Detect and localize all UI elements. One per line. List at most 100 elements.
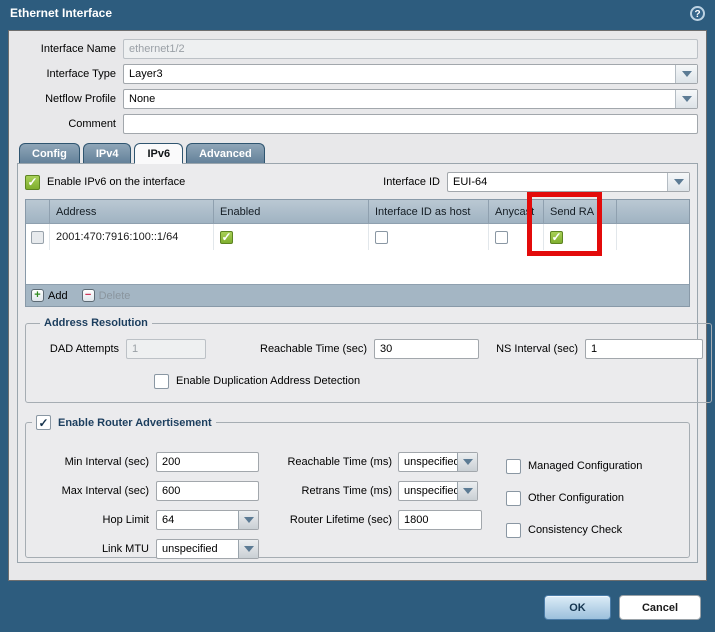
reachable-time-sec-field[interactable]: [374, 339, 479, 359]
interface-type-dropdown[interactable]: Layer3: [123, 64, 698, 84]
enable-ipv6-label: Enable IPv6 on the interface: [47, 176, 185, 188]
interface-type-label: Interface Type: [17, 68, 123, 80]
minus-icon: −: [82, 289, 95, 302]
col-interface-id-as-host[interactable]: Interface ID as host: [369, 200, 489, 223]
interface-type-row: Interface Type Layer3: [17, 64, 698, 84]
reachable-time-ms-label: Reachable Time (ms): [279, 456, 398, 468]
netflow-profile-label: Netflow Profile: [17, 93, 123, 105]
col-enabled[interactable]: Enabled: [214, 200, 369, 223]
col-anycast[interactable]: Anycast: [489, 200, 544, 223]
chevron-down-icon[interactable]: [457, 482, 477, 500]
table-toolbar: + Add − Delete: [26, 284, 689, 306]
tab-bar: Config IPv4 IPv6 Advanced: [19, 143, 698, 163]
tab-ipv4[interactable]: IPv4: [83, 143, 132, 163]
max-interval-field[interactable]: [156, 481, 259, 501]
other-configuration-checkbox[interactable]: [506, 491, 521, 506]
address-resolution-legend: Address Resolution: [40, 317, 152, 329]
ns-interval-field[interactable]: [585, 339, 703, 359]
retrans-time-ms-dropdown[interactable]: unspecified: [398, 481, 478, 501]
comment-label: Comment: [17, 118, 123, 130]
interface-id-dropdown[interactable]: EUI-64: [447, 172, 690, 192]
dialog-title: Ethernet Interface: [10, 6, 112, 20]
ethernet-interface-dialog: Ethernet Interface ? Interface Name Inte…: [0, 0, 715, 632]
link-mtu-label: Link MTU: [32, 543, 156, 555]
hop-limit-dropdown[interactable]: 64: [156, 510, 259, 530]
ipv6-address-table: Address Enabled Interface ID as host Any…: [25, 199, 690, 307]
address-cell: 2001:470:7916:100::1/64: [50, 224, 214, 250]
enable-ra-checkbox[interactable]: [36, 415, 51, 430]
interface-id-label: Interface ID: [383, 176, 440, 188]
table-row[interactable]: 2001:470:7916:100::1/64: [26, 224, 689, 250]
chevron-down-icon[interactable]: [457, 453, 477, 471]
managed-configuration-label: Managed Configuration: [528, 460, 642, 472]
interface-id-as-host-checkbox[interactable]: [375, 231, 388, 244]
tab-ipv6[interactable]: IPv6: [134, 143, 183, 163]
comment-field[interactable]: [123, 114, 698, 134]
interface-name-field: [123, 39, 698, 59]
consistency-check-label: Consistency Check: [528, 524, 622, 536]
col-send-ra[interactable]: Send RA: [544, 200, 617, 223]
router-lifetime-label: Router Lifetime (sec): [279, 514, 398, 526]
dad-attempts-label: DAD Attempts: [34, 343, 126, 355]
netflow-profile-row: Netflow Profile None: [17, 89, 698, 109]
retrans-time-ms-value: unspecified: [399, 485, 457, 497]
netflow-profile-value: None: [124, 93, 675, 105]
enable-ipv6-row: Enable IPv6 on the interface Interface I…: [25, 171, 690, 193]
max-interval-label: Max Interval (sec): [32, 485, 156, 497]
min-interval-field[interactable]: [156, 452, 259, 472]
reachable-time-ms-dropdown[interactable]: unspecified: [398, 452, 478, 472]
enabled-checkbox[interactable]: [220, 231, 233, 244]
min-interval-label: Min Interval (sec): [32, 456, 156, 468]
anycast-checkbox[interactable]: [495, 231, 508, 244]
titlebar: Ethernet Interface ?: [0, 0, 715, 28]
interface-name-row: Interface Name: [17, 39, 698, 59]
delete-button-label: Delete: [99, 290, 131, 302]
cancel-button[interactable]: Cancel: [619, 595, 701, 620]
interface-type-value: Layer3: [124, 68, 675, 80]
chevron-down-icon[interactable]: [675, 90, 697, 108]
reachable-time-sec-label: Reachable Time (sec): [206, 343, 374, 355]
add-button-label: Add: [48, 290, 68, 302]
reachable-time-ms-value: unspecified: [399, 456, 457, 468]
hop-limit-value: 64: [157, 514, 238, 526]
chevron-down-icon[interactable]: [667, 173, 689, 191]
enable-ipv6-checkbox[interactable]: [25, 175, 40, 190]
chevron-down-icon[interactable]: [238, 540, 258, 558]
chevron-down-icon[interactable]: [238, 511, 258, 529]
select-all-column: [26, 200, 50, 223]
enable-dad-checkbox[interactable]: [154, 374, 169, 389]
chevron-down-icon[interactable]: [675, 65, 697, 83]
tab-config[interactable]: Config: [19, 143, 80, 163]
col-address[interactable]: Address: [50, 200, 214, 223]
plus-icon: +: [31, 289, 44, 302]
consistency-check-checkbox[interactable]: [506, 523, 521, 538]
dialog-footer: OK Cancel: [0, 582, 715, 632]
send-ra-checkbox[interactable]: [550, 231, 563, 244]
enable-ra-label: Enable Router Advertisement: [58, 417, 212, 429]
comment-row: Comment: [17, 114, 698, 134]
help-icon[interactable]: ?: [690, 6, 705, 21]
other-configuration-label: Other Configuration: [528, 492, 624, 504]
add-button[interactable]: + Add: [31, 289, 68, 302]
interface-id-value: EUI-64: [448, 176, 667, 188]
tab-advanced[interactable]: Advanced: [186, 143, 265, 163]
router-lifetime-field[interactable]: [398, 510, 482, 530]
dad-attempts-field: [126, 339, 206, 359]
link-mtu-value: unspecified: [157, 543, 238, 555]
enable-dad-label: Enable Duplication Address Detection: [176, 375, 360, 387]
dialog-body: Interface Name Interface Type Layer3 Net…: [8, 30, 707, 581]
table-header-row: Address Enabled Interface ID as host Any…: [26, 200, 689, 224]
router-advertisement-section: Enable Router Advertisement Min Interval…: [25, 415, 690, 558]
ipv6-tab-panel: Enable IPv6 on the interface Interface I…: [17, 163, 698, 563]
ns-interval-label: NS Interval (sec): [479, 343, 585, 355]
address-resolution-section: Address Resolution DAD Attempts Reachabl…: [25, 317, 712, 403]
row-select-checkbox[interactable]: [31, 231, 44, 244]
link-mtu-dropdown[interactable]: unspecified: [156, 539, 259, 559]
retrans-time-ms-label: Retrans Time (ms): [279, 485, 398, 497]
delete-button[interactable]: − Delete: [82, 289, 131, 302]
managed-configuration-checkbox[interactable]: [506, 459, 521, 474]
netflow-profile-dropdown[interactable]: None: [123, 89, 698, 109]
ok-button[interactable]: OK: [544, 595, 611, 620]
table-empty-area: [26, 250, 689, 284]
interface-name-label: Interface Name: [17, 43, 123, 55]
